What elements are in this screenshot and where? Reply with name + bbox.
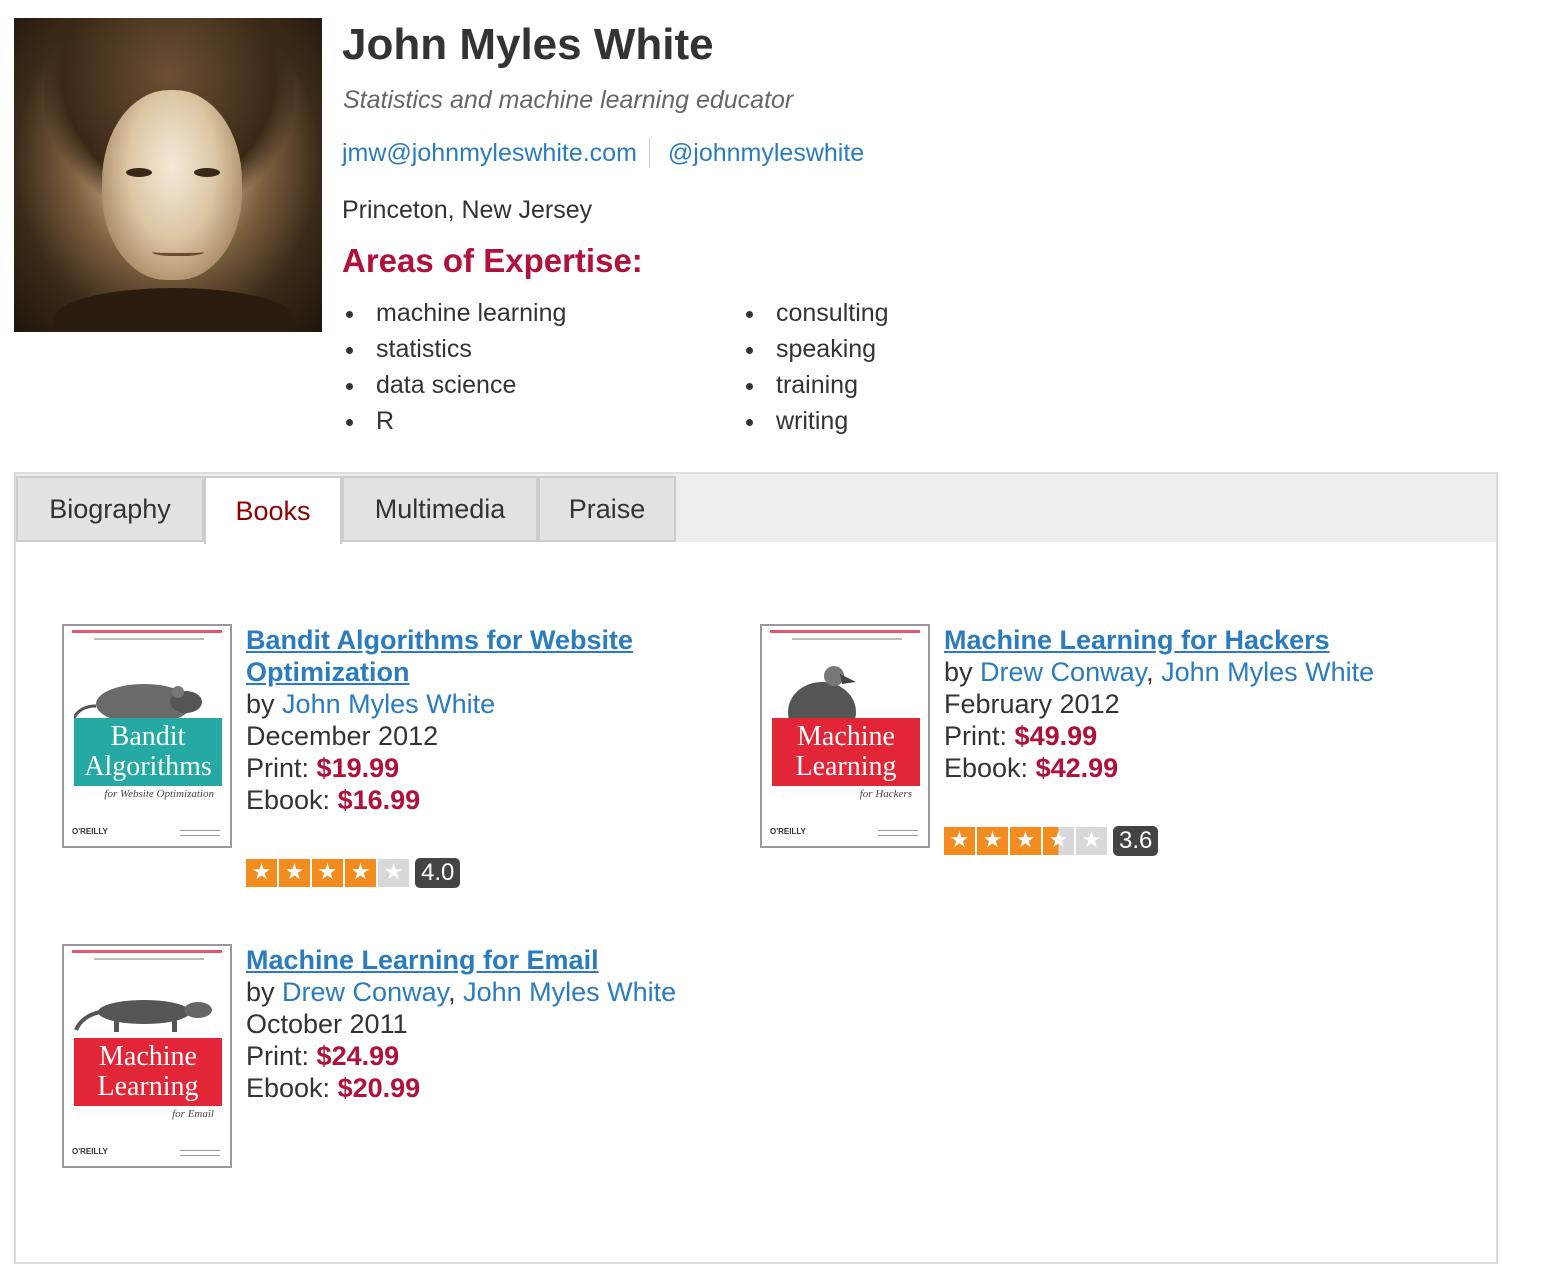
print-price-row: Print: $19.99 [246,752,716,784]
tab-books[interactable]: Books [204,476,342,544]
author-link[interactable]: John Myles White [1161,657,1374,687]
tab-multimedia[interactable]: Multimedia [342,476,538,542]
twitter-link[interactable]: @johnmyleswhite [668,139,864,168]
book-date: February 2012 [944,689,1120,719]
author-link[interactable]: John Myles White [463,977,676,1007]
cover-title: Machine Learning [74,1038,222,1106]
profile-tagline: Statistics and machine learning educator [343,86,794,114]
expertise-item: statistics [342,332,566,368]
contact-links: jmw@johnmyleswhite.com @johnmyleswhite [342,138,864,168]
book-title-link[interactable]: Bandit Algorithms for Website Optimizati… [246,624,716,688]
contact-divider [648,138,650,168]
by-label: by [246,689,275,719]
ebook-price-row: Ebook: $16.99 [246,784,716,816]
cover-publisher: O'REILLY [770,827,806,836]
expertise-item: consulting [742,296,889,332]
expertise-item: data science [342,368,566,404]
book-info: Machine Learning for Hackers by Drew Con… [944,624,1464,784]
print-price: $19.99 [316,753,400,783]
by-label: by [944,657,973,687]
expertise-list-1: machine learning statistics data science… [342,296,566,440]
cover-title: Machine Learning [772,718,920,786]
profile-location: Princeton, New Jersey [342,196,593,224]
book-cover[interactable]: Machine Learning for Email O'REILLY [62,944,232,1168]
author-link[interactable]: Drew Conway [282,977,448,1007]
star-icon [279,859,310,887]
expertise-item: machine learning [342,296,566,332]
rating-score: 4.0 [415,858,461,888]
book-info: Machine Learning for Email by Drew Conwa… [246,944,766,1104]
expertise-item: writing [742,404,889,440]
tab-praise[interactable]: Praise [538,476,676,542]
book-authors: by John Myles White [246,688,716,720]
book-title-link[interactable]: Machine Learning for Hackers [944,624,1464,656]
print-label: Print: [944,721,1008,751]
cover-title: Bandit Algorithms [74,718,222,786]
expertise-item: speaking [742,332,889,368]
author-link[interactable]: John Myles White [282,689,495,719]
star-icon [977,827,1008,855]
book-title-link[interactable]: Machine Learning for Email [246,944,766,976]
print-price: $24.99 [316,1041,400,1071]
ebook-label: Ebook: [246,785,331,815]
tab-panel: Biography Books Multimedia Praise Bandit… [14,472,1498,1264]
rating-score: 3.6 [1113,826,1159,856]
cover-subtitle: for Website Optimization [104,788,214,800]
ebook-price-row: Ebook: $20.99 [246,1072,766,1104]
expertise-heading: Areas of Expertise: [342,242,643,279]
cover-subtitle: for Hackers [859,788,912,800]
ebook-price: $16.99 [337,785,421,815]
expertise-item: training [742,368,889,404]
star-icon [312,859,343,887]
ebook-price: $20.99 [337,1073,421,1103]
print-price-row: Print: $49.99 [944,720,1464,752]
star-icon [246,859,277,887]
by-label: by [246,977,275,1007]
expertise-item: R [342,404,566,440]
book-info: Bandit Algorithms for Website Optimizati… [246,624,716,816]
ebook-label: Ebook: [246,1073,331,1103]
star-icon [378,859,409,887]
cover-publisher: O'REILLY [72,827,108,836]
book-authors: by Drew Conway, John Myles White [246,977,677,1007]
star-icon [345,859,376,887]
book-cover[interactable]: Bandit Algorithms for Website Optimizati… [62,624,232,848]
expertise-list-2: consulting speaking training writing [742,296,889,440]
star-icon [1043,827,1074,855]
print-label: Print: [246,753,310,783]
star-icon [944,827,975,855]
print-price-row: Print: $24.99 [246,1040,766,1072]
book-date: October 2011 [246,1009,408,1039]
profile-photo [14,18,322,332]
book-cover[interactable]: Machine Learning for Hackers O'REILLY [760,624,930,848]
book-date: December 2012 [246,721,439,751]
tab-biography[interactable]: Biography [16,476,204,542]
star-icon [1010,827,1041,855]
ebook-price: $42.99 [1035,753,1119,783]
ebook-price-row: Ebook: $42.99 [944,752,1464,784]
star-icon [1076,827,1107,855]
book-authors: by Drew Conway, John Myles White [944,657,1375,687]
star-rating: 3.6 [944,826,1159,856]
print-price: $49.99 [1014,721,1098,751]
profile-name: John Myles White [342,20,714,69]
cover-publisher: O'REILLY [72,1147,108,1156]
ebook-label: Ebook: [944,753,1029,783]
cover-subtitle: for Email [172,1108,214,1120]
email-link[interactable]: jmw@johnmyleswhite.com [342,139,637,168]
author-link[interactable]: Drew Conway [980,657,1146,687]
print-label: Print: [246,1041,310,1071]
tab-bar: Biography Books Multimedia Praise [16,474,1496,544]
star-rating: 4.0 [246,858,461,888]
